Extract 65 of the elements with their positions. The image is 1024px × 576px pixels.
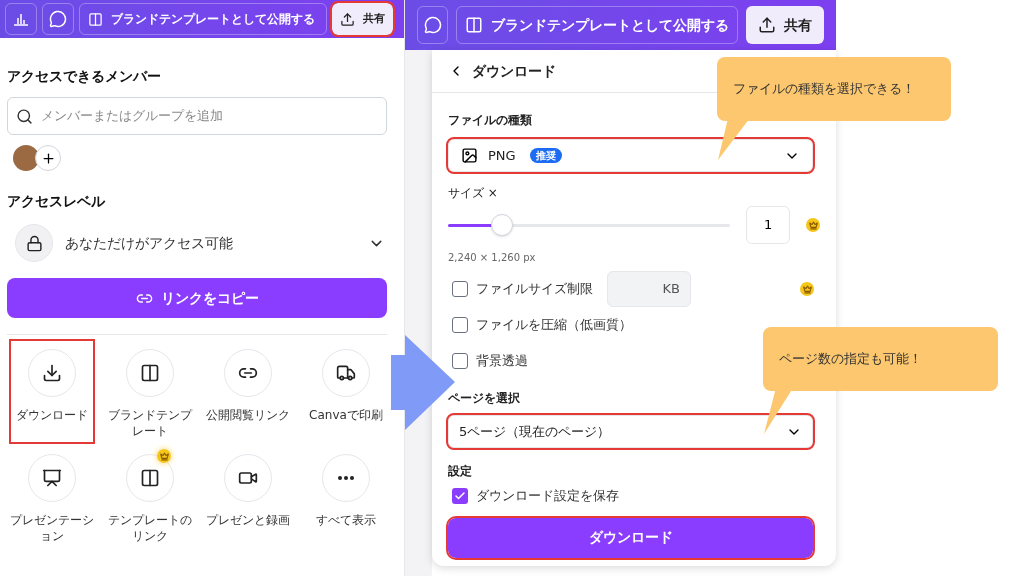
option-label: ファイルを圧縮（低画質） [476,316,632,335]
share-option[interactable]: ブランドテンプレート [107,339,193,444]
field-label: サイズ × [448,185,499,202]
crown-icon [806,218,820,232]
truck-icon [336,363,356,383]
share-option[interactable]: テンプレートのリンク [107,444,193,549]
brand-template-button[interactable]: ブランドテンプレートとして公開する [456,6,738,44]
avatar [13,145,39,171]
dimensions-text: 2,240 × 1,260 px [448,251,537,265]
section-heading: アクセスレベル [7,192,106,211]
comment-button[interactable] [417,6,448,44]
share-option[interactable]: ダウンロード [9,339,95,444]
field-label: ファイルの種類 [448,112,533,129]
download-icon [42,363,62,383]
template-icon [465,16,483,34]
checkbox[interactable] [452,487,468,504]
search-input[interactable]: メンバーまたはグループを追加 [41,106,378,126]
chart-button[interactable] [5,3,37,35]
plus-icon [40,150,56,166]
more-icon [338,476,354,480]
field-label: ページを選択 [448,390,521,407]
comment-icon [423,16,442,34]
download-button[interactable]: ダウンロード [448,517,813,558]
panel-title: ダウンロード [472,61,556,81]
comment-button[interactable] [42,3,74,35]
checkbox[interactable] [452,281,468,297]
template-icon [140,363,160,383]
share-button[interactable]: 共有 [746,6,824,44]
page-dropdown[interactable]: 5ページ（現在のページ） [448,415,813,448]
section-heading: アクセスできるメンバー [7,67,162,86]
brand-template-button[interactable]: ブランドテンプレートとして公開する [79,3,327,35]
share-option[interactable]: 公開閲覧リンク [205,339,291,444]
share-option[interactable]: プレゼンテーション [9,444,95,549]
template-icon [140,468,160,488]
share-option[interactable]: プレゼンと録画 [205,444,291,549]
copy-link-button[interactable]: リンクをコピー [7,278,387,318]
share-option[interactable]: すべて表示 [303,444,389,549]
size-input[interactable]: 1 [746,206,791,244]
checkbox[interactable] [452,317,468,333]
bar-chart-icon [13,12,29,26]
presentation-icon [42,468,62,488]
search-icon [16,107,33,125]
share-icon [340,11,355,27]
search-field[interactable]: メンバーまたはグループを追加 [7,97,387,135]
add-member-button[interactable] [35,145,61,171]
file-size-field[interactable]: KB [607,271,691,307]
image-icon [461,147,478,164]
field-label: 設定 [448,463,473,480]
crown-icon [800,282,814,296]
file-type-dropdown[interactable]: PNG 推奨 [448,139,813,172]
share-icon [758,16,776,34]
checkbox[interactable] [452,353,468,369]
access-level-dropdown[interactable]: あなただけがアクセス可能 [7,222,397,264]
option-label: 背景透過 [476,352,528,371]
comment-icon [49,10,67,28]
recommended-badge: 推奨 [529,148,562,163]
template-icon [88,11,103,27]
option-label: ファイルサイズ制限 [476,280,593,299]
check-icon [454,489,466,502]
share-option[interactable]: Canvaで印刷 [303,339,389,444]
lock-icon [15,224,53,262]
option-label: ダウンロード設定を保存 [476,487,619,505]
size-slider[interactable] [448,213,731,237]
share-button[interactable]: 共有 [332,3,393,35]
crown-icon [157,449,171,463]
